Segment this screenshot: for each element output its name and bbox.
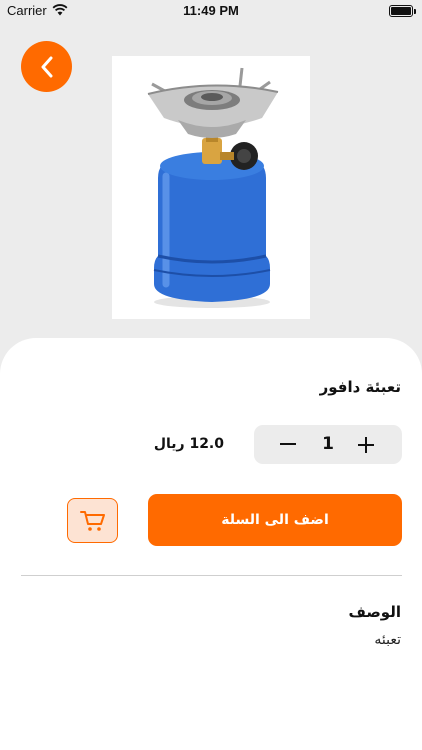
chevron-left-icon <box>41 56 52 77</box>
description-title: الوصف <box>348 603 401 621</box>
battery-tip <box>414 9 416 14</box>
cart-icon <box>79 510 105 531</box>
cart-button[interactable] <box>67 498 118 543</box>
divider <box>21 575 402 576</box>
back-button[interactable] <box>21 41 72 92</box>
product-name: تعبئة دافور <box>319 378 401 396</box>
camping-gas-stove-icon <box>147 67 279 308</box>
add-to-cart-button[interactable]: اضف الى السلة <box>148 494 402 546</box>
description-text: تعبئه <box>374 632 401 648</box>
status-bar: Carrier 11:49 PM <box>0 0 422 22</box>
clock: 11:49 PM <box>183 3 239 18</box>
quantity-value: 1 <box>322 434 334 454</box>
product-image <box>112 56 310 319</box>
product-price: 12.0 ريال <box>153 436 224 452</box>
decrease-quantity-button[interactable] <box>280 443 296 445</box>
increase-quantity-button[interactable] <box>358 437 374 453</box>
battery-icon <box>389 5 413 17</box>
quantity-stepper[interactable]: 1 <box>254 425 402 464</box>
